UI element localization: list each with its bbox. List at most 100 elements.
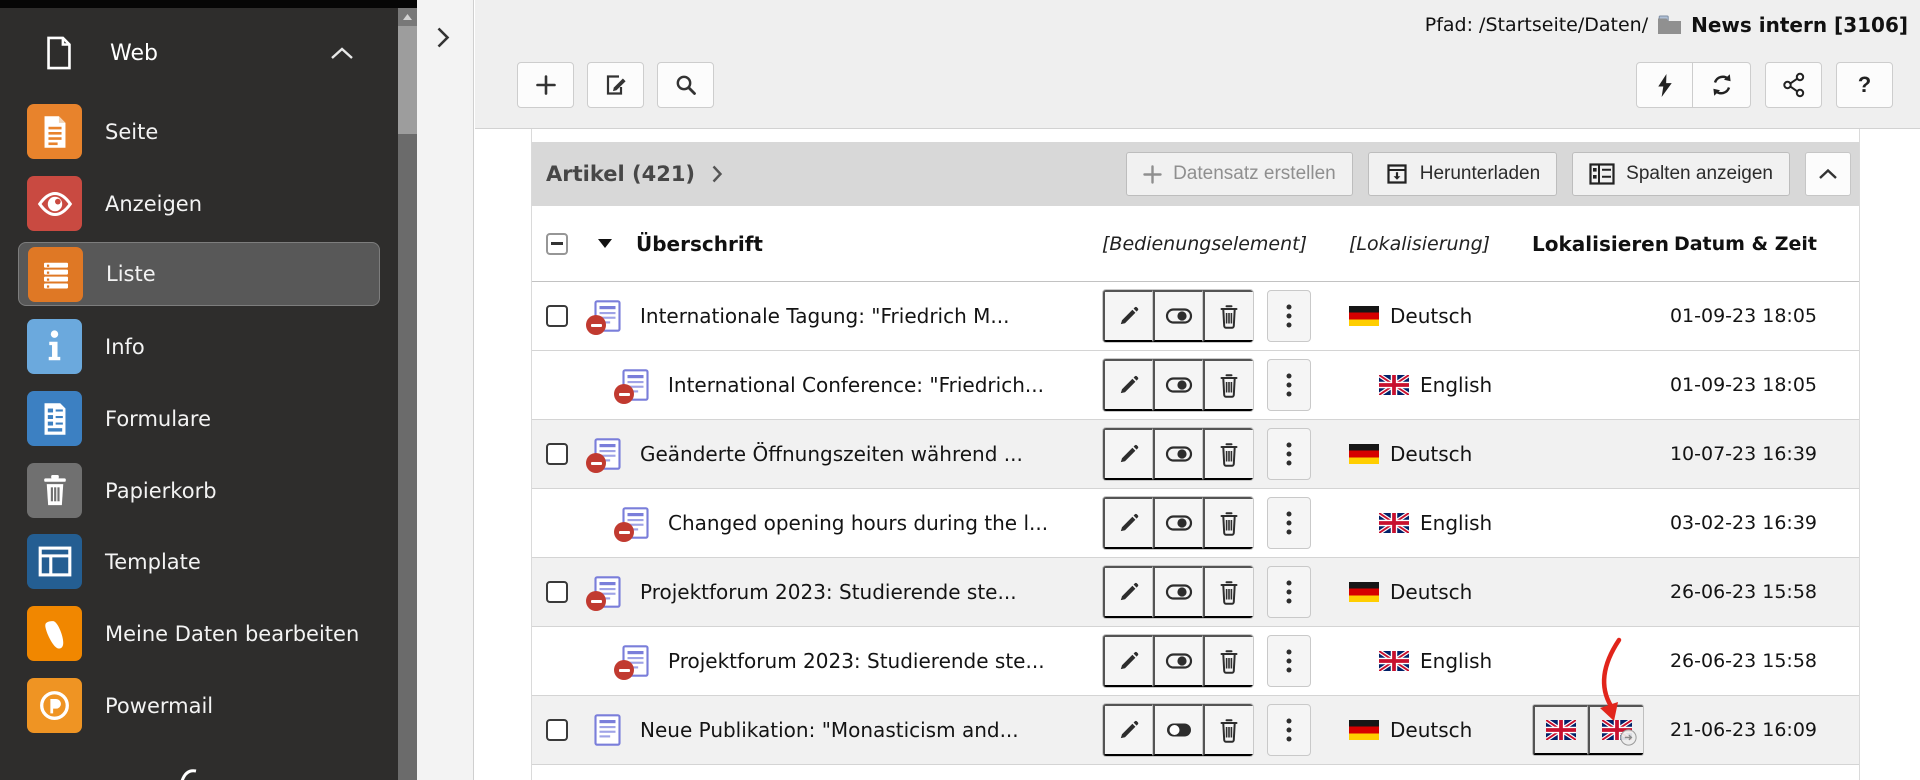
edit-record-button[interactable] [1103, 635, 1153, 687]
more-options-button[interactable] [1267, 359, 1311, 411]
sidebar-item-meine-daten[interactable]: Meine Daten bearbeiten [0, 605, 398, 662]
record-icon[interactable] [594, 576, 621, 608]
toggle-off-icon [1165, 649, 1193, 673]
hide-toggle-button[interactable] [1153, 704, 1203, 756]
record-title[interactable]: Geänderte Öffnungszeiten während ... [640, 442, 1023, 466]
row-control-group [1102, 703, 1254, 757]
search-button[interactable] [657, 62, 714, 108]
record-title[interactable]: Projektforum 2023: Studierende ste... [668, 649, 1045, 673]
edit-record-button[interactable] [1103, 566, 1153, 618]
record-title[interactable]: Internationale Tagung: "Friedrich M... [640, 304, 1009, 328]
reload-button[interactable] [1693, 62, 1751, 108]
record-icon[interactable] [622, 645, 649, 677]
edit-record-button[interactable] [1103, 290, 1153, 342]
hide-toggle-button[interactable] [1153, 566, 1203, 618]
sidebar-item-anzeigen[interactable]: Anzeigen [0, 175, 398, 232]
german-flag-icon [1349, 444, 1379, 464]
top-edge-strip [0, 0, 417, 8]
table-row: Projektforum 2023: Studierende ste... [532, 558, 1859, 627]
translate-english-button[interactable] [1588, 705, 1643, 755]
chevron-right-icon [711, 164, 723, 184]
record-icon[interactable] [594, 300, 621, 332]
expand-pagetree-icon[interactable] [436, 26, 450, 53]
sidebar-item-label: Papierkorb [105, 479, 217, 503]
sidebar-item-seite[interactable]: Seite [0, 103, 398, 160]
delete-record-button[interactable] [1203, 566, 1253, 618]
collapse-panel-button[interactable] [1805, 152, 1851, 196]
localize-english-button[interactable] [1533, 705, 1588, 755]
scroll-up-arrow-icon[interactable] [398, 8, 417, 26]
hide-toggle-button[interactable] [1153, 497, 1203, 549]
help-button[interactable]: ? [1836, 62, 1893, 108]
page-icon [27, 104, 82, 159]
sidebar-item-papierkorb[interactable]: Papierkorb [0, 462, 398, 519]
hide-toggle-button[interactable] [1153, 635, 1203, 687]
delete-record-button[interactable] [1203, 290, 1253, 342]
share-button[interactable] [1765, 62, 1822, 108]
hide-toggle-button[interactable] [1153, 359, 1203, 411]
record-icon[interactable] [622, 507, 649, 539]
record-title[interactable]: Projektforum 2023: Studierende ste... [640, 580, 1017, 604]
more-options-button[interactable] [1267, 635, 1311, 687]
edit-page-button[interactable] [587, 62, 644, 108]
record-icon[interactable] [622, 369, 649, 401]
edit-record-button[interactable] [1103, 497, 1153, 549]
sidebar-item-label: Meine Daten bearbeiten [105, 622, 359, 646]
record-title[interactable]: International Conference: "Friedrich... [668, 373, 1044, 397]
more-options-button[interactable] [1267, 290, 1311, 342]
delete-record-button[interactable] [1203, 359, 1253, 411]
create-record-button[interactable]: Datensatz erstellen [1126, 152, 1353, 196]
german-flag-icon [1349, 720, 1379, 740]
record-icon[interactable] [594, 714, 621, 746]
folder-icon [1657, 15, 1682, 35]
row-checkbox[interactable] [546, 581, 568, 603]
translate-overlay-icon [1620, 729, 1637, 746]
row-checkbox[interactable] [546, 719, 568, 741]
edit-record-button[interactable] [1103, 704, 1153, 756]
record-title[interactable]: Neue Publikation: "Monasticism and... [640, 718, 1019, 742]
language-label: English [1420, 511, 1492, 535]
scrollbar-thumb[interactable] [398, 26, 417, 134]
hide-toggle-button[interactable] [1153, 290, 1203, 342]
sidebar-item-template[interactable]: Template [0, 533, 398, 590]
record-icon[interactable] [594, 438, 621, 470]
chevron-up-icon[interactable] [330, 47, 354, 60]
new-record-button[interactable] [517, 62, 574, 108]
row-checkbox[interactable] [546, 443, 568, 465]
delete-record-button[interactable] [1203, 704, 1253, 756]
chevron-up-icon [1818, 168, 1838, 180]
sidebar-item-label: Liste [106, 262, 156, 286]
record-type-title[interactable]: Artikel (421) [546, 162, 723, 186]
list-module: Pfad: /Startseite/Daten/ News intern [31… [475, 0, 1920, 780]
record-datetime: 01-09-23 18:05 [1652, 305, 1817, 327]
more-options-button[interactable] [1267, 566, 1311, 618]
download-button[interactable]: Herunterladen [1368, 152, 1557, 196]
sidebar-item-formulare[interactable]: Formulare [0, 390, 398, 447]
breadcrumb-record-title[interactable]: News intern [3106] [1691, 13, 1908, 37]
edit-record-button[interactable] [1103, 428, 1153, 480]
toggle-off-icon [1165, 373, 1193, 397]
show-columns-button[interactable]: Spalten anzeigen [1572, 152, 1790, 196]
cache-actions-button[interactable] [1636, 62, 1693, 108]
sidebar-item-powermail[interactable]: Powermail [0, 677, 398, 734]
caret-down-icon[interactable] [598, 239, 612, 248]
module-group-web[interactable]: Web [0, 14, 398, 92]
select-all-checkbox[interactable] [546, 233, 568, 255]
typo3-backend: Web Seite Anzeigen Liste Info Formulare … [0, 0, 1920, 780]
edit-record-button[interactable] [1103, 359, 1153, 411]
sidebar-item-info[interactable]: Info [0, 318, 398, 375]
record-datetime: 26-06-23 15:58 [1652, 581, 1817, 603]
row-checkbox[interactable] [546, 305, 568, 327]
hide-toggle-button[interactable] [1153, 428, 1203, 480]
more-options-button[interactable] [1267, 428, 1311, 480]
more-options-button[interactable] [1267, 704, 1311, 756]
sidebar-scrollbar[interactable] [398, 8, 417, 780]
delete-record-button[interactable] [1203, 428, 1253, 480]
sidebar-item-label: Template [105, 550, 201, 574]
german-flag-icon [1349, 582, 1379, 602]
delete-record-button[interactable] [1203, 635, 1253, 687]
record-title[interactable]: Changed opening hours during the l... [668, 511, 1048, 535]
more-options-button[interactable] [1267, 497, 1311, 549]
delete-record-button[interactable] [1203, 497, 1253, 549]
sidebar-item-liste[interactable]: Liste [18, 242, 380, 306]
